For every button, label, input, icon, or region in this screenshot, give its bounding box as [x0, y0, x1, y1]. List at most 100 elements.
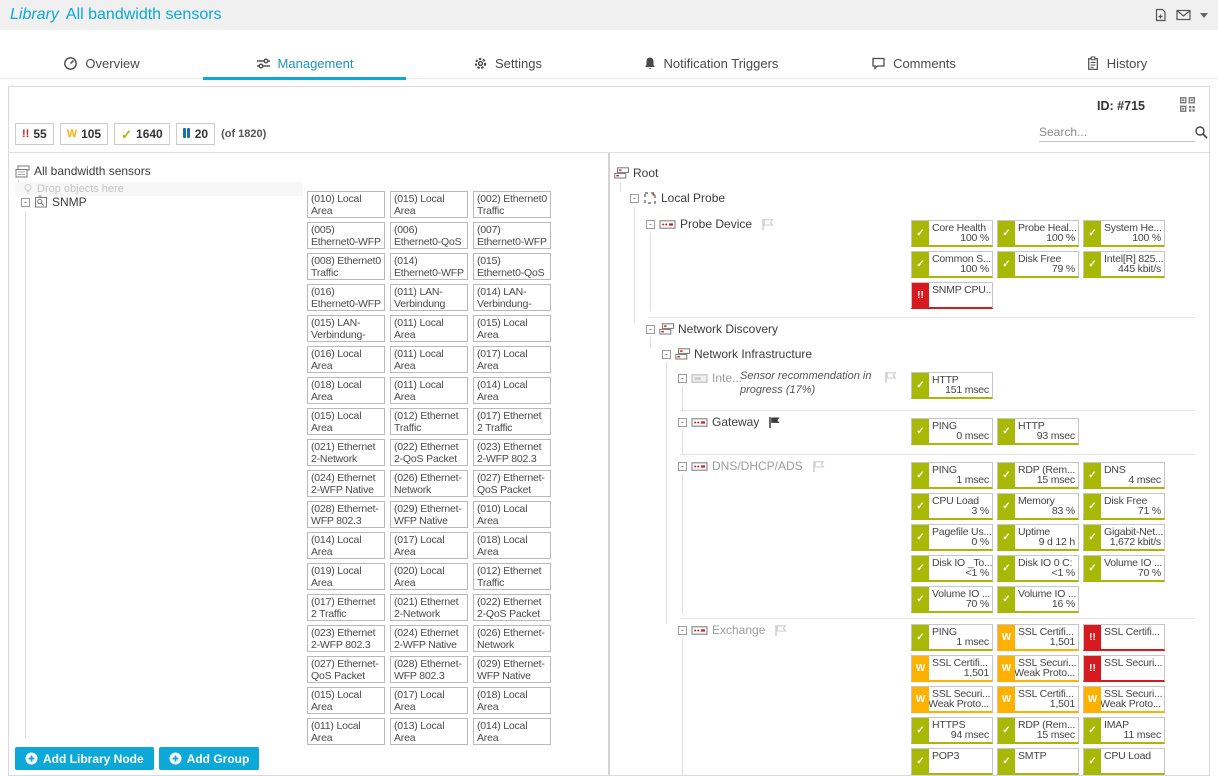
sensor-tile[interactable]: ✓HTTP151 msec	[911, 372, 993, 399]
library-sensor-tile[interactable]: (022) Ethernet 2-QoS Packet	[390, 439, 468, 466]
tab-settings[interactable]: Settings	[406, 48, 609, 78]
library-sensor-tile[interactable]: (015) Local Area	[307, 687, 385, 714]
library-sensor-tile[interactable]: (015) Local Area	[307, 408, 385, 435]
sensor-tile[interactable]: ✓POP3	[911, 748, 993, 775]
library-sensor-tile[interactable]: (018) Local Area	[473, 532, 551, 559]
sensor-tile[interactable]: WSSL Certifi...1,501	[997, 624, 1079, 651]
sensor-tile[interactable]: ✓CPU Load3 %	[911, 493, 993, 520]
tree-node-root[interactable]: Root	[610, 165, 1197, 181]
sensor-tile[interactable]: ✓Disk IO _To...<1 %	[911, 555, 993, 582]
library-sensor-tile[interactable]: (011) LAN-Verbindung	[390, 284, 468, 311]
sensor-tile[interactable]: ✓System He...100 %	[1083, 220, 1165, 247]
sensor-tile[interactable]: ✓RDP (Rem...15 msec	[997, 717, 1079, 744]
library-sensor-tile[interactable]: (029) Ethernet-WFP Native	[390, 501, 468, 528]
sensor-tile[interactable]: WSSL Securi...Weak Proto...	[1083, 686, 1165, 713]
sensor-tile[interactable]: ✓Intel[R] 825...445 kbit/s	[1083, 251, 1165, 278]
sensor-tile[interactable]: ✓Volume IO ...70 %	[1083, 555, 1165, 582]
sensor-tile[interactable]: ✓HTTPS94 msec	[911, 717, 993, 744]
sensor-tile[interactable]: ✓CPU Load	[1083, 748, 1165, 775]
library-node-snmp[interactable]: - SNMP	[21, 195, 87, 209]
tree-node-label[interactable]: Inte...	[712, 371, 742, 385]
library-sensor-tile[interactable]: (002) Ethernet0 Traffic	[473, 191, 551, 218]
drop-target[interactable]: Drop objects here	[15, 182, 303, 196]
library-sensor-tile[interactable]: (020) Local Area	[390, 563, 468, 590]
sensor-tile[interactable]: WSSL Securi...Weak Proto...	[997, 655, 1079, 682]
sensor-tile[interactable]: ✓RDP (Rem...15 msec	[997, 462, 1079, 489]
sensor-tile[interactable]: ✓HTTP93 msec	[997, 418, 1079, 445]
collapse-toggle[interactable]: -	[630, 194, 639, 203]
add-library-node-button[interactable]: Add Library Node	[15, 747, 154, 770]
library-sensor-tile[interactable]: (016) Local Area	[307, 346, 385, 373]
library-sensor-tile[interactable]: (007) Ethernet0-WFP 802.3	[473, 222, 551, 249]
sensor-tile[interactable]: ✓Probe Heal...100 %	[997, 220, 1079, 247]
library-sensor-tile[interactable]: (017) Local Area	[390, 532, 468, 559]
email-icon[interactable]	[1176, 9, 1191, 21]
library-sensor-tile[interactable]: (014) Local Area	[307, 532, 385, 559]
library-sensor-tile[interactable]: (015) Ethernet0-QoS Packet	[473, 253, 551, 280]
sensor-tile[interactable]: WSSL Certifi...1,501	[911, 655, 993, 682]
tree-node-label[interactable]: Gateway	[712, 415, 759, 429]
library-sensor-tile[interactable]: (023) Ethernet 2-WFP 802.3	[473, 439, 551, 466]
dropdown-caret-icon[interactable]	[1200, 13, 1208, 18]
library-sensor-tile[interactable]: (012) Ethernet Traffic	[390, 408, 468, 435]
collapse-toggle[interactable]: -	[662, 350, 671, 359]
library-sensor-tile[interactable]: (011) Local Area	[390, 346, 468, 373]
status-warning-badge[interactable]: W105	[60, 123, 108, 145]
library-sensor-tile[interactable]: (010) Local Area	[473, 501, 551, 528]
library-root-node[interactable]: All bandwidth sensors	[15, 164, 151, 178]
sensor-tile[interactable]: ✓Memory83 %	[997, 493, 1079, 520]
add-group-button[interactable]: Add Group	[159, 747, 260, 770]
status-paused-badge[interactable]: 20	[176, 123, 215, 145]
tree-node-network-infrastructure[interactable]: - Network Infrastructure	[610, 346, 1197, 362]
sensor-tile[interactable]: ✓PING1 msec	[911, 624, 993, 651]
sensor-tile[interactable]: ✓SMTP	[997, 748, 1079, 775]
library-sensor-tile[interactable]: (021) Ethernet 2-Network	[307, 439, 385, 466]
flag-filled-icon[interactable]	[768, 416, 782, 429]
collapse-toggle[interactable]: -	[646, 220, 655, 229]
sensor-tile[interactable]: ✓IMAP11 msec	[1083, 717, 1165, 744]
library-sensor-tile[interactable]: (027) Ethernet-QoS Packet	[473, 470, 551, 497]
library-sensor-tile[interactable]: (017) Local Area	[473, 346, 551, 373]
tree-node-label[interactable]: Network Discovery	[678, 322, 778, 336]
flag-outline-icon[interactable]	[884, 371, 898, 384]
flag-outline-icon[interactable]	[761, 218, 775, 231]
library-sensor-tile[interactable]: (027) Ethernet-QoS Packet	[307, 656, 385, 683]
library-sensor-tile[interactable]: (011) Local Area	[307, 718, 385, 745]
library-sensor-tile[interactable]: (006) Ethernet0-QoS Packet	[390, 222, 468, 249]
sensor-tile[interactable]: !!SNMP CPU...	[911, 282, 993, 309]
search-input[interactable]	[1039, 123, 1194, 141]
library-sensor-tile[interactable]: (014) Local Area	[473, 377, 551, 404]
collapse-toggle[interactable]: -	[678, 462, 687, 471]
status-down-badge[interactable]: !!55	[15, 123, 54, 145]
library-sensor-tile[interactable]: (019) Local Area	[307, 563, 385, 590]
library-sensor-tile[interactable]: (005) Ethernet0-WFP Native	[307, 222, 385, 249]
library-sensor-tile[interactable]: (015) Local Area	[473, 315, 551, 342]
library-sensor-tile[interactable]: (028) Ethernet-WFP 802.3	[390, 656, 468, 683]
library-sensor-tile[interactable]: (013) Local Area	[390, 718, 468, 745]
tree-node-network-discovery[interactable]: - Network Discovery	[610, 321, 1197, 337]
sensor-tile[interactable]: ✓Core Health100 %	[911, 220, 993, 247]
collapse-toggle[interactable]: -	[646, 325, 655, 334]
tree-node-label[interactable]: Network Infrastructure	[694, 347, 812, 361]
sensor-tile[interactable]: !!SSL Securi...	[1083, 655, 1165, 682]
tab-management[interactable]: Management	[203, 48, 406, 78]
sensor-tile[interactable]: ✓Gigabit-Net...1,672 kbit/s	[1083, 524, 1165, 551]
sensor-tile[interactable]: ✓Disk IO 0 C:<1 %	[997, 555, 1079, 582]
breadcrumb[interactable]: Library	[10, 6, 59, 24]
library-sensor-tile[interactable]: (015) LAN-Verbindung-	[307, 315, 385, 342]
sensor-tile[interactable]: ✓Uptime9 d 12 h	[997, 524, 1079, 551]
tree-node-label[interactable]: DNS/DHCP/ADS	[712, 459, 803, 473]
library-sensor-tile[interactable]: (017) Ethernet 2 Traffic	[307, 594, 385, 621]
sensor-tile[interactable]: ✓Pagefile Us...0 %	[911, 524, 993, 551]
tab-notification-triggers[interactable]: Notification Triggers	[609, 48, 812, 78]
library-sensor-tile[interactable]: (015) Local Area	[390, 191, 468, 218]
sensor-tile[interactable]: !!SSL Certifi...	[1083, 624, 1165, 651]
library-sensor-tile[interactable]: (022) Ethernet 2-QoS Packet	[473, 594, 551, 621]
library-sensor-tile[interactable]: (011) Local Area	[390, 377, 468, 404]
library-sensor-tile[interactable]: (012) Ethernet Traffic	[473, 563, 551, 590]
tree-node-label[interactable]: Exchange	[712, 623, 765, 637]
collapse-toggle[interactable]: -	[21, 198, 30, 207]
library-sensor-tile[interactable]: (014) Local Area	[473, 718, 551, 745]
library-sensor-tile[interactable]: (024) Ethernet 2-WFP Native	[390, 625, 468, 652]
library-sensor-tile[interactable]: (010) Local Area	[307, 191, 385, 218]
